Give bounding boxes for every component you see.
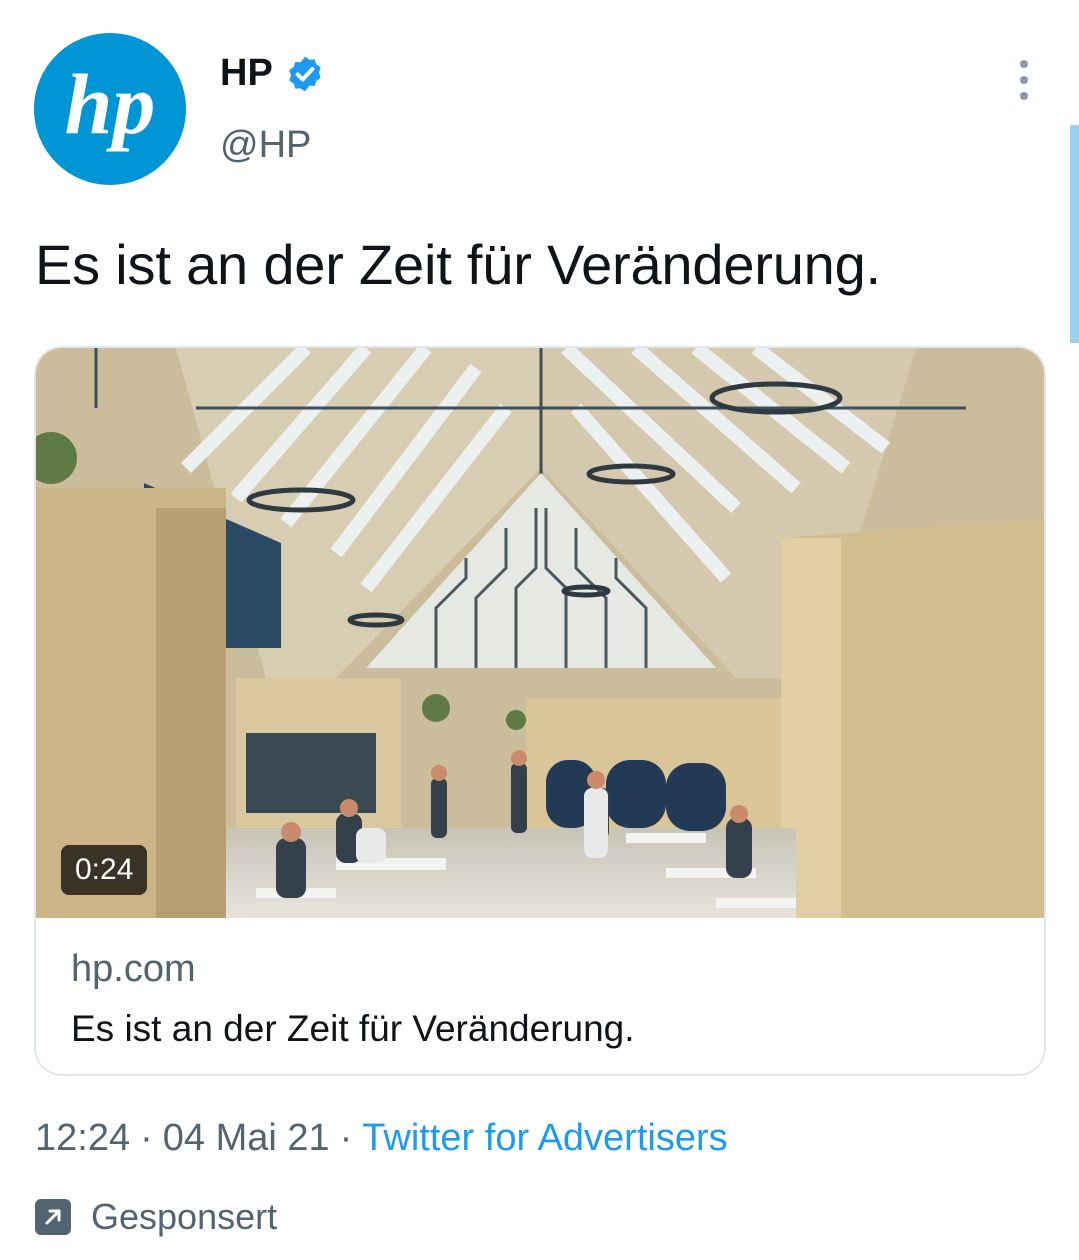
promoted-arrow-icon bbox=[35, 1199, 71, 1235]
video-duration-badge: 0:24 bbox=[61, 845, 148, 895]
verified-badge-icon bbox=[289, 56, 321, 91]
tweet-text: Es ist an der Zeit für Veränderung. bbox=[35, 233, 881, 296]
hp-logo-icon: hp bbox=[34, 33, 186, 185]
sponsored-row: Gesponsert bbox=[35, 1196, 277, 1238]
author-display-name[interactable]: HP bbox=[220, 52, 273, 95]
profile-avatar[interactable]: hp bbox=[34, 33, 186, 185]
office-hall-image bbox=[36, 348, 1044, 918]
meta-separator: · bbox=[140, 1117, 153, 1159]
author-name-row: HP bbox=[220, 52, 325, 95]
tweet-date[interactable]: 04 Mai 21 bbox=[163, 1117, 330, 1159]
scrollbar[interactable] bbox=[1070, 125, 1079, 343]
tweet-time[interactable]: 12:24 bbox=[35, 1117, 130, 1159]
meta-separator-2: · bbox=[339, 1117, 353, 1159]
tweet-detail-view: hp HP @HP Es ist an der Zeit für Verände… bbox=[0, 0, 1079, 1260]
card-domain: hp.com bbox=[71, 948, 196, 990]
sponsored-label: Gesponsert bbox=[91, 1196, 278, 1237]
tweet-source-link[interactable]: Twitter for Advertisers bbox=[362, 1117, 727, 1159]
video-thumbnail[interactable]: 0:24 bbox=[36, 348, 1044, 918]
svg-text:hp: hp bbox=[65, 56, 156, 152]
card-title: Es ist an der Zeit für Veränderung. bbox=[71, 1008, 635, 1049]
author-handle[interactable]: @HP bbox=[220, 124, 311, 167]
more-options-icon[interactable] bbox=[1004, 58, 1044, 102]
tweet-meta: 12:24 · 04 Mai 21 · Twitter for Advertisers bbox=[35, 1117, 728, 1160]
link-card[interactable]: 0:24 hp.com Es ist an der Zeit für Verän… bbox=[34, 346, 1046, 1076]
